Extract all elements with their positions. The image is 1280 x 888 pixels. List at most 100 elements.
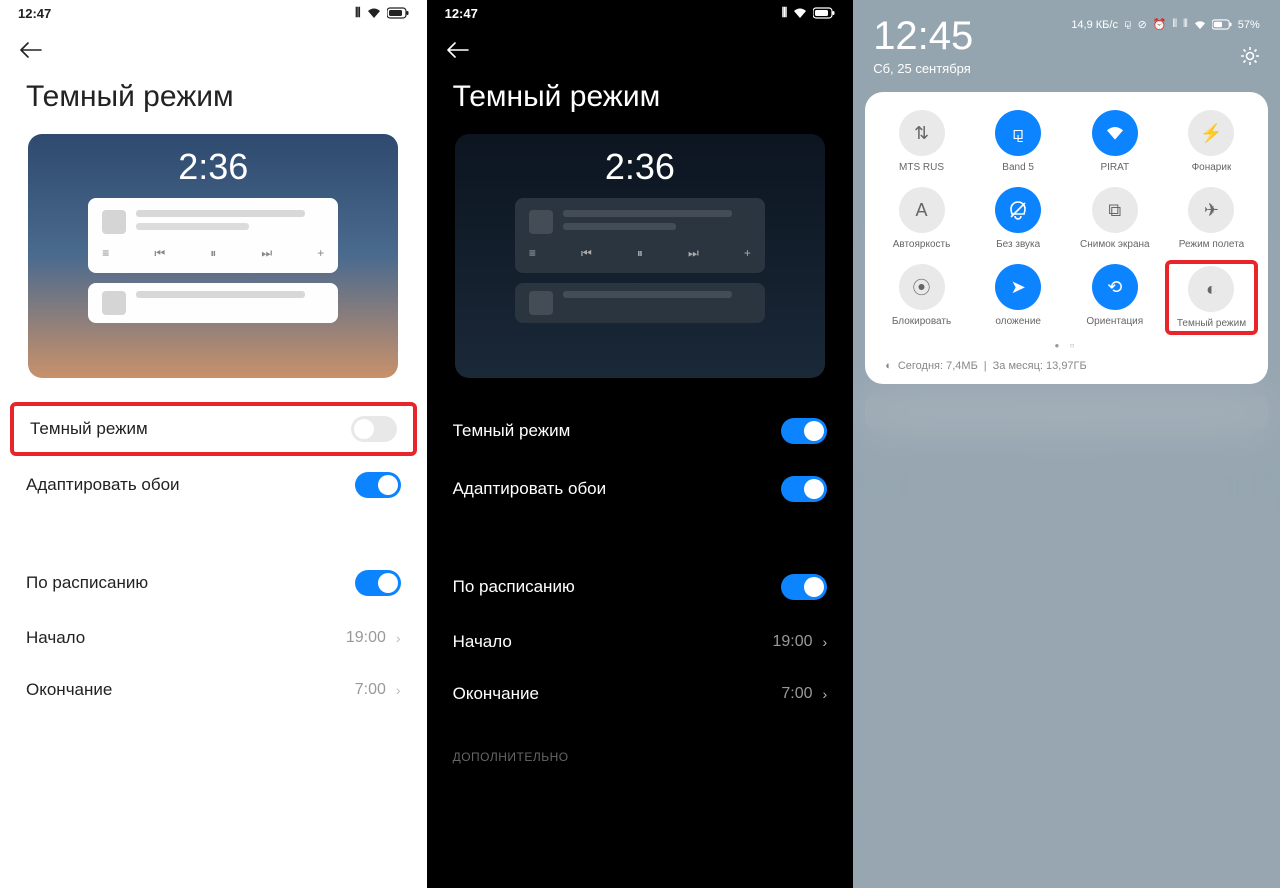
auto-bright-icon: A <box>899 187 945 233</box>
lock-icon: ⦿ <box>899 264 945 310</box>
page-title: Темный режим <box>427 74 854 134</box>
signal-icon: ⇅ <box>899 110 945 156</box>
mute-icon <box>995 187 1041 233</box>
bluetooth-icon: ⚼ <box>995 110 1041 156</box>
quick-settings-panel: 12:45 Сб, 25 сентября 14,9 КБ/с ⚼ ⊘ ⏰ ⫴ … <box>853 0 1280 888</box>
adapt-wallpaper-label: Адаптировать обои <box>453 479 607 499</box>
alarm-icon: ⏰ <box>1153 18 1167 31</box>
screenshot-icon: ⧉ <box>1092 187 1138 233</box>
qs-header: 12:45 Сб, 25 сентября 14,9 КБ/с ⚼ ⊘ ⏰ ⫴ … <box>853 0 1280 76</box>
section-header: ДОПОЛНИТЕЛЬНО <box>427 720 854 770</box>
qs-tile-label: Блокировать <box>892 316 951 327</box>
status-bar: 12:47 ⫴ <box>427 0 854 26</box>
end-label: Окончание <box>453 684 539 704</box>
qs-tile-bluetooth[interactable]: ⚼ Band 5 <box>972 106 1065 177</box>
dark-mode-row[interactable]: Темный режим <box>10 402 417 456</box>
start-time-row[interactable]: Начало 19:00› <box>0 612 427 664</box>
qs-tile-label: Снимок экрана <box>1080 239 1150 250</box>
adapt-wallpaper-row[interactable]: Адаптировать обои <box>427 460 854 518</box>
status-icons: ⫴ <box>782 5 835 21</box>
qs-tile-wifi[interactable]: PIRAT <box>1068 106 1161 177</box>
qs-tile-label: оложение <box>995 316 1041 327</box>
theme-preview: 2:36 ≡⏮⏸⏭+ <box>455 134 825 378</box>
usage-icon: ◐ <box>885 360 892 372</box>
qs-status: 14,9 КБ/с ⚼ ⊘ ⏰ ⫴ ⫴ 57% <box>1071 18 1259 31</box>
data-usage: ◐ Сегодня: 7,4МБ | За месяц: 13,97ГБ <box>875 354 1258 376</box>
settings-gear-icon[interactable] <box>1240 46 1260 66</box>
schedule-label: По расписанию <box>26 573 148 593</box>
adapt-wallpaper-row[interactable]: Адаптировать обои <box>0 456 427 514</box>
wifi-icon <box>367 7 381 19</box>
back-button[interactable] <box>427 26 854 74</box>
signal-icon: ⫴ <box>355 5 360 21</box>
page-title: Темный режим <box>0 74 427 134</box>
qs-tile-label: Band 5 <box>1002 162 1034 173</box>
schedule-row[interactable]: По расписанию <box>427 558 854 616</box>
dnd-icon: ⊘ <box>1138 18 1147 31</box>
qs-tile-dark-mode[interactable]: ◐Темный режим <box>1165 260 1258 335</box>
dark-mode-toggle[interactable] <box>781 418 827 444</box>
qs-tile-label: Ориентация <box>1086 316 1143 327</box>
end-value: 7:00 <box>781 685 812 703</box>
settings-screen-light: 12:47 ⫴ Темный режим 2:36 ≡⏮⏸⏭+ Темный р… <box>0 0 427 888</box>
qs-tile-label: Без звука <box>996 239 1040 250</box>
schedule-toggle[interactable] <box>781 574 827 600</box>
status-icons: ⫴ <box>355 5 408 21</box>
qs-tile-mute[interactable]: Без звука <box>972 183 1065 254</box>
schedule-row[interactable]: По расписанию <box>0 554 427 612</box>
theme-preview: 2:36 ≡⏮⏸⏭+ <box>28 134 398 378</box>
signal-icon: ⫴ <box>782 5 787 21</box>
location-icon: ➤ <box>995 264 1041 310</box>
chevron-right-icon: › <box>823 634 828 650</box>
dark-mode-label: Темный режим <box>30 419 148 439</box>
status-time: 12:47 <box>18 6 51 21</box>
qs-tile-auto-bright[interactable]: A Автояркость <box>875 183 968 254</box>
wifi-icon <box>1194 20 1206 30</box>
bluetooth-icon: ⚼ <box>1124 18 1132 31</box>
qs-tile-screenshot[interactable]: ⧉ Снимок экрана <box>1068 183 1161 254</box>
chevron-right-icon: › <box>396 682 401 698</box>
usage-today: Сегодня: 7,4МБ <box>898 360 978 372</box>
wifi-icon <box>1092 110 1138 156</box>
net-speed: 14,9 КБ/с <box>1071 19 1118 31</box>
qs-tile-location[interactable]: ➤ оложение <box>972 260 1065 335</box>
end-label: Окончание <box>26 680 112 700</box>
wifi-icon <box>793 7 807 19</box>
qs-date: Сб, 25 сентября <box>873 61 1260 76</box>
schedule-label: По расписанию <box>453 577 575 597</box>
dark-mode-toggle[interactable] <box>351 416 397 442</box>
settings-screen-dark: 12:47 ⫴ Темный режим 2:36 ≡⏮⏸⏭+ Темный р… <box>427 0 854 888</box>
qs-tile-label: Темный режим <box>1177 318 1246 329</box>
adapt-wallpaper-toggle[interactable] <box>781 476 827 502</box>
status-time: 12:47 <box>445 6 478 21</box>
qs-tile-label: Фонарик <box>1192 162 1232 173</box>
flashlight-icon: ⚡ <box>1188 110 1234 156</box>
start-time-row[interactable]: Начало 19:00› <box>427 616 854 668</box>
qs-tile-flashlight[interactable]: ⚡ Фонарик <box>1165 106 1258 177</box>
qs-tile-rotate[interactable]: ⟲Ориентация <box>1068 260 1161 335</box>
page-indicator: ● ○ <box>875 335 1258 354</box>
adapt-wallpaper-label: Адаптировать обои <box>26 475 180 495</box>
qs-tile-airplane[interactable]: ✈ Режим полета <box>1165 183 1258 254</box>
preview-time: 2:36 <box>455 134 825 188</box>
adapt-wallpaper-toggle[interactable] <box>355 472 401 498</box>
dark-mode-row[interactable]: Темный режим <box>427 402 854 460</box>
battery-icon <box>813 7 835 19</box>
qs-tile-label: MTS RUS <box>899 162 944 173</box>
schedule-toggle[interactable] <box>355 570 401 596</box>
status-bar: 12:47 ⫴ <box>0 0 427 26</box>
end-time-row[interactable]: Окончание 7:00› <box>0 664 427 716</box>
qs-tile-label: Режим полета <box>1179 239 1244 250</box>
airplane-icon: ✈ <box>1188 187 1234 233</box>
back-button[interactable] <box>0 26 427 74</box>
qs-tile-lock[interactable]: ⦿ Блокировать <box>875 260 968 335</box>
qs-tile-label: Автояркость <box>893 239 951 250</box>
end-time-row[interactable]: Окончание 7:00 › <box>427 668 854 720</box>
usage-month: За месяц: 13,97ГБ <box>993 360 1087 372</box>
start-value: 19:00 <box>772 633 812 651</box>
qs-tile-signal[interactable]: ⇅ MTS RUS <box>875 106 968 177</box>
dark-mode-label: Темный режим <box>453 421 571 441</box>
chevron-right-icon: › <box>823 686 828 702</box>
qs-tile-label: PIRAT <box>1100 162 1129 173</box>
qs-tiles-panel: ⇅ MTS RUS ⚼ Band 5 PIRAT ⚡ Фонарик A Автояркость… <box>865 92 1268 384</box>
